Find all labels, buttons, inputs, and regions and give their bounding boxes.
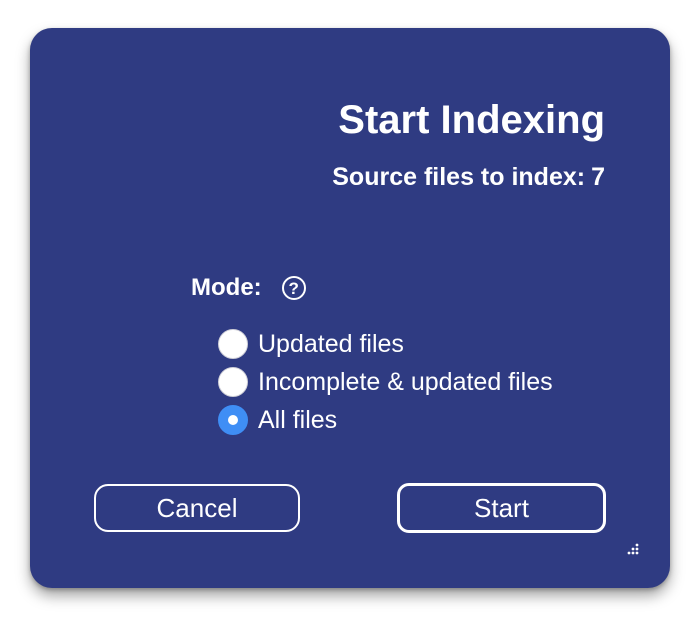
radio-button-updated-files[interactable]: [218, 329, 248, 359]
help-icon[interactable]: ?: [281, 276, 306, 300]
radio-label-updated-files: Updated files: [258, 330, 404, 358]
resize-grip-icon[interactable]: [624, 542, 640, 558]
cancel-button[interactable]: Cancel: [94, 484, 300, 532]
mode-row: Mode: ?: [191, 272, 306, 304]
source-files-summary: Source files to index: 7: [332, 161, 605, 193]
mode-label: Mode:: [191, 274, 262, 301]
start-button[interactable]: Start: [397, 483, 606, 533]
start-indexing-dialog: Start Indexing Source files to index: 7 M…: [30, 28, 670, 588]
source-files-count: 7: [591, 163, 605, 191]
radio-button-all-files[interactable]: [218, 405, 248, 435]
dialog-title: Start Indexing: [338, 98, 605, 142]
radio-option-incomplete-updated-files[interactable]: Incomplete & updated files: [218, 363, 553, 401]
radio-button-incomplete-updated-files[interactable]: [218, 367, 248, 397]
radio-option-all-files[interactable]: All files: [218, 401, 553, 439]
radio-label-incomplete-updated-files: Incomplete & updated files: [258, 368, 553, 396]
mode-radio-group: Updated files Incomplete & updated files…: [218, 325, 553, 439]
source-files-label: Source files to index:: [332, 163, 586, 191]
radio-label-all-files: All files: [258, 406, 338, 434]
radio-selected-dot: [228, 415, 238, 425]
radio-option-updated-files[interactable]: Updated files: [218, 325, 553, 363]
